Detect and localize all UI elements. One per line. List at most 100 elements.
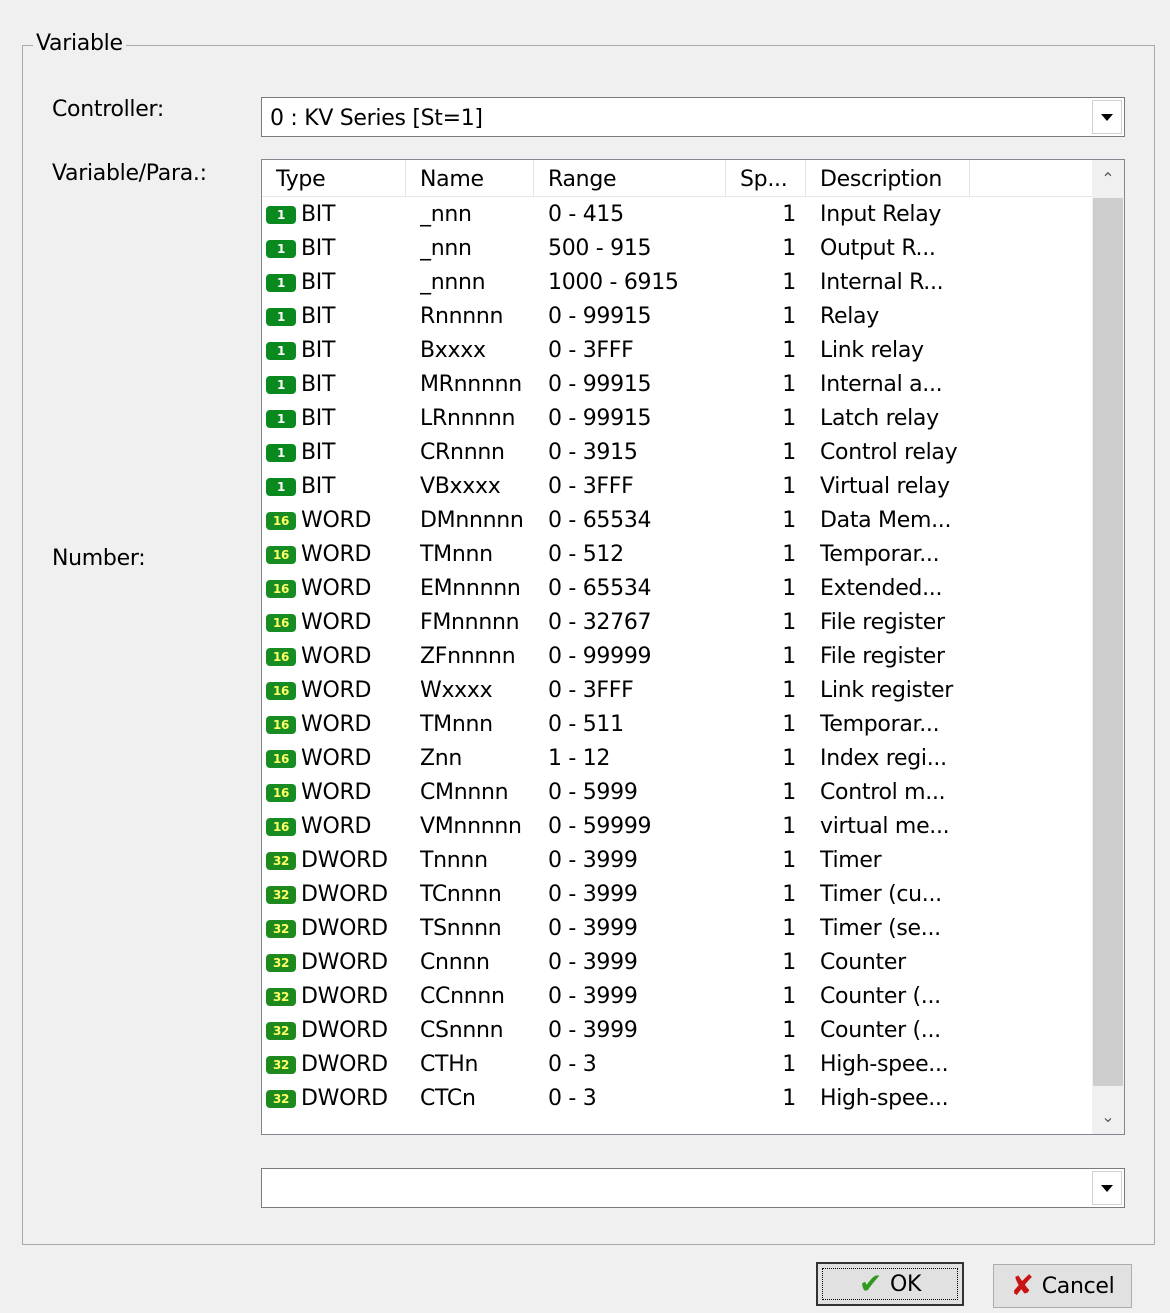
table-row[interactable]: 16 WORD VMnnnnn 0 - 59999 1 virtual me...	[262, 810, 1092, 844]
table-row[interactable]: 1 BIT CRnnnn 0 - 3915 1 Control relay	[262, 436, 1092, 470]
column-header-sp[interactable]: Sp...	[726, 160, 806, 196]
type-badge-icon: 16	[266, 512, 296, 530]
table-row[interactable]: 16 WORD Znn 1 - 12 1 Index regi...	[262, 742, 1092, 776]
scroll-down-icon[interactable]: ⌄	[1092, 1098, 1124, 1134]
column-header-description[interactable]: Description	[806, 160, 970, 196]
name-cell: Wxxxx	[420, 678, 493, 703]
type-badge-icon: 1	[266, 206, 296, 224]
table-row[interactable]: 32 DWORD Cnnnn 0 - 3999 1 Counter	[262, 946, 1092, 980]
table-row[interactable]: 32 DWORD TCnnnn 0 - 3999 1 Timer (cu...	[262, 878, 1092, 912]
number-select[interactable]	[261, 1168, 1125, 1208]
type-badge-icon: 16	[266, 716, 296, 734]
table-row[interactable]: 32 DWORD CTHn 0 - 3 1 High-spee...	[262, 1048, 1092, 1082]
name-cell: CTCn	[420, 1086, 476, 1111]
type-badge-icon: 16	[266, 818, 296, 836]
type-badge-icon: 1	[266, 444, 296, 462]
table-row[interactable]: 1 BIT Bxxxx 0 - 3FFF 1 Link relay	[262, 334, 1092, 368]
range-cell: 0 - 415	[548, 202, 624, 227]
description-cell: File register	[820, 610, 945, 635]
table-row[interactable]: 32 DWORD CTCn 0 - 3 1 High-spee...	[262, 1082, 1092, 1116]
ok-button[interactable]: ✔ OK	[816, 1262, 964, 1306]
type-badge-icon: 16	[266, 580, 296, 598]
table-row[interactable]: 16 WORD FMnnnnn 0 - 32767 1 File register	[262, 606, 1092, 640]
type-badge-icon: 1	[266, 410, 296, 428]
range-cell: 0 - 99915	[548, 406, 652, 431]
table-row[interactable]: 1 BIT _nnn 0 - 415 1 Input Relay	[262, 198, 1092, 232]
sp-cell: 1	[782, 882, 796, 907]
table-row[interactable]: 16 WORD TMnnn 0 - 511 1 Temporar...	[262, 708, 1092, 742]
type-badge-icon: 1	[266, 376, 296, 394]
type-text: DWORD	[301, 1052, 388, 1077]
table-row[interactable]: 16 WORD TMnnn 0 - 512 1 Temporar...	[262, 538, 1092, 572]
type-text: WORD	[301, 814, 372, 839]
sp-cell: 1	[782, 644, 796, 669]
type-badge-icon: 16	[266, 546, 296, 564]
range-cell: 0 - 65534	[548, 576, 652, 601]
controller-select[interactable]: 0 : KV Series [St=1]	[261, 97, 1125, 137]
type-cell: 32 DWORD	[266, 1048, 406, 1082]
table-row[interactable]: 1 BIT VBxxxx 0 - 3FFF 1 Virtual relay	[262, 470, 1092, 504]
sp-cell: 1	[782, 746, 796, 771]
list-rows: 1 BIT _nnn 0 - 415 1 Input Relay 1 BIT _nnn 500 -…	[262, 198, 1092, 1116]
sp-cell: 1	[782, 1018, 796, 1043]
type-badge-icon: 32	[266, 1056, 296, 1074]
name-cell: TMnnn	[420, 542, 493, 567]
type-text: DWORD	[301, 1018, 388, 1043]
table-row[interactable]: 1 BIT Rnnnnn 0 - 99915 1 Relay	[262, 300, 1092, 334]
sp-cell: 1	[782, 610, 796, 635]
description-cell: Control relay	[820, 440, 958, 465]
range-cell: 1 - 12	[548, 746, 611, 771]
range-cell: 0 - 99999	[548, 644, 652, 669]
name-cell: CTHn	[420, 1052, 479, 1077]
table-row[interactable]: 1 BIT _nnn 500 - 915 1 Output R...	[262, 232, 1092, 266]
column-header-name[interactable]: Name	[406, 160, 534, 196]
table-row[interactable]: 16 WORD Wxxxx 0 - 3FFF 1 Link register	[262, 674, 1092, 708]
table-row[interactable]: 1 BIT MRnnnnn 0 - 99915 1 Internal a...	[262, 368, 1092, 402]
type-text: BIT	[301, 406, 336, 431]
chevron-down-icon[interactable]	[1092, 100, 1122, 134]
type-cell: 32 DWORD	[266, 912, 406, 946]
table-row[interactable]: 16 WORD CMnnnn 0 - 5999 1 Control m...	[262, 776, 1092, 810]
name-cell: FMnnnnn	[420, 610, 520, 635]
type-cell: 16 WORD	[266, 674, 406, 708]
sp-cell: 1	[782, 440, 796, 465]
type-text: DWORD	[301, 882, 388, 907]
type-badge-icon: 32	[266, 852, 296, 870]
column-header-range[interactable]: Range	[534, 160, 726, 196]
description-cell: Control m...	[820, 780, 946, 805]
table-row[interactable]: 1 BIT _nnnn 1000 - 6915 1 Internal R...	[262, 266, 1092, 300]
type-cell: 1 BIT	[266, 232, 406, 266]
table-row[interactable]: 1 BIT LRnnnnn 0 - 99915 1 Latch relay	[262, 402, 1092, 436]
table-row[interactable]: 32 DWORD CSnnnn 0 - 3999 1 Counter (...	[262, 1014, 1092, 1048]
scroll-up-icon[interactable]: ⌃	[1092, 160, 1124, 196]
cancel-button[interactable]: ✘ Cancel	[993, 1264, 1132, 1308]
table-row[interactable]: 32 DWORD Tnnnn 0 - 3999 1 Timer	[262, 844, 1092, 878]
type-cell: 1 BIT	[266, 300, 406, 334]
type-cell: 16 WORD	[266, 606, 406, 640]
description-cell: Link register	[820, 678, 953, 703]
chevron-down-icon[interactable]	[1092, 1171, 1122, 1205]
table-row[interactable]: 16 WORD DMnnnnn 0 - 65534 1 Data Mem...	[262, 504, 1092, 538]
range-cell: 0 - 3	[548, 1052, 597, 1077]
table-row[interactable]: 32 DWORD CCnnnn 0 - 3999 1 Counter (...	[262, 980, 1092, 1014]
range-cell: 500 - 915	[548, 236, 652, 261]
column-header-type[interactable]: Type	[262, 160, 406, 196]
sp-cell: 1	[782, 712, 796, 737]
table-row[interactable]: 32 DWORD TSnnnn 0 - 3999 1 Timer (se...	[262, 912, 1092, 946]
description-cell: Internal R...	[820, 270, 944, 295]
sp-cell: 1	[782, 372, 796, 397]
range-cell: 0 - 3999	[548, 882, 638, 907]
scrollbar-thumb[interactable]	[1093, 198, 1123, 1086]
sp-cell: 1	[782, 780, 796, 805]
description-cell: Temporar...	[820, 712, 940, 737]
type-badge-icon: 32	[266, 1090, 296, 1108]
table-row[interactable]: 16 WORD EMnnnnn 0 - 65534 1 Extended...	[262, 572, 1092, 606]
table-row[interactable]: 16 WORD ZFnnnnn 0 - 99999 1 File register	[262, 640, 1092, 674]
type-cell: 16 WORD	[266, 776, 406, 810]
variable-list[interactable]: Type Name Range Sp... Description 1 BIT _n…	[261, 159, 1125, 1135]
range-cell: 0 - 5999	[548, 780, 638, 805]
sp-cell: 1	[782, 304, 796, 329]
description-cell: Internal a...	[820, 372, 943, 397]
type-text: DWORD	[301, 1086, 388, 1111]
vertical-scrollbar[interactable]: ⌃ ⌄	[1092, 160, 1124, 1134]
